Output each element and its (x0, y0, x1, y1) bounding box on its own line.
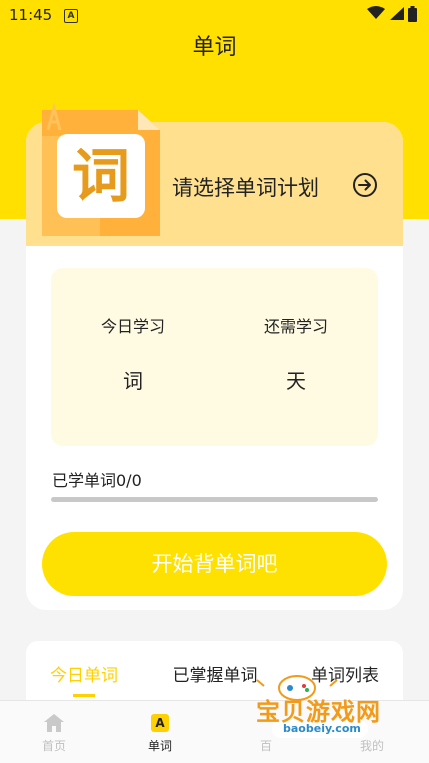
wifi-icon (367, 6, 385, 19)
stats-panel (51, 268, 378, 446)
status-time: 11:45 (9, 6, 53, 24)
watermark-url: baobeiy.com (283, 722, 361, 735)
word-icon: A (151, 714, 169, 732)
learned-words-label: 已学单词0/0 (52, 471, 142, 490)
status-bar: 11:45 A (0, 0, 429, 30)
nav-home-label: 首页 (41, 739, 66, 753)
signal-icon (390, 7, 404, 20)
home-icon (44, 714, 64, 732)
page-title: 单词 (192, 35, 237, 60)
active-tab-indicator (73, 694, 95, 697)
tab-today-words[interactable]: 今日单词 (24, 661, 144, 686)
nav-words-label: 单词 (147, 739, 172, 753)
start-studying-button[interactable]: 开始背单词吧 (42, 532, 387, 596)
word-tile-glyph: 词 (71, 142, 130, 210)
today-study-label: 今日学习 (100, 317, 165, 336)
notification-icon: A (64, 9, 78, 23)
battery-icon (408, 6, 417, 22)
learned-words-progress (51, 497, 378, 502)
arrow-right-circle-icon[interactable] (352, 172, 378, 198)
remaining-study-value: 天 (286, 369, 306, 393)
remaining-study-label: 还需学习 (263, 317, 328, 336)
nav-words[interactable]: A 单词 (120, 701, 200, 763)
today-study-value: 词 (123, 369, 143, 393)
plan-select-label[interactable]: 请选择单词计划 (172, 172, 319, 202)
nav-home[interactable]: 首页 (14, 701, 94, 763)
